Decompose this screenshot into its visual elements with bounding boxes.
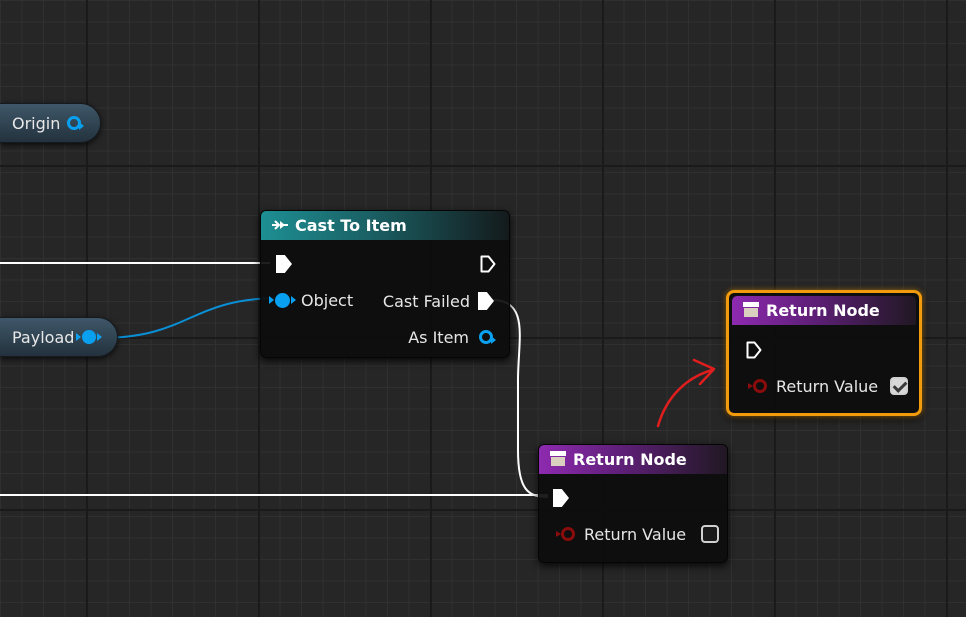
origin-variable-label: Origin xyxy=(12,113,61,133)
payload-output-pin-icon[interactable] xyxy=(76,330,103,344)
return-value-label: Return Value xyxy=(776,376,879,396)
return-node-selected-title: Return Node xyxy=(766,301,880,320)
cast-node-title: Cast To Item xyxy=(295,216,407,235)
origin-variable-node[interactable]: Origin xyxy=(0,103,101,143)
return-value-label: Return Value xyxy=(584,524,687,544)
return-node-icon xyxy=(742,300,760,322)
cast-exec-in-row xyxy=(276,253,292,275)
return-selected-value-row: Return Value xyxy=(747,375,909,397)
return-value-checkbox[interactable] xyxy=(701,525,720,543)
cast-object-input-row: Object xyxy=(269,289,354,311)
cast-node-header[interactable]: Cast To Item xyxy=(261,211,509,240)
return-node-lower-title: Return Node xyxy=(573,450,687,469)
return-lower-value-row: Return Value xyxy=(555,523,720,545)
bool-input-pin-icon[interactable] xyxy=(556,527,575,541)
origin-output-pin-icon[interactable] xyxy=(67,116,85,130)
object-input-pin-icon[interactable] xyxy=(269,292,296,308)
cast-failed-exec-pin-icon[interactable] xyxy=(478,292,494,310)
exec-output-pin-icon[interactable] xyxy=(480,255,496,273)
return-node-selected-header[interactable]: Return Node xyxy=(732,296,916,325)
return-lower-exec-in-row xyxy=(553,487,569,509)
cast-failed-label: Cast Failed xyxy=(382,291,470,311)
return-node-selected[interactable]: Return Node Return Value xyxy=(726,290,922,416)
object-wire-payload-to-cast[interactable] xyxy=(99,297,281,339)
payload-variable-label: Payload xyxy=(12,327,75,347)
cast-arrow-icon xyxy=(271,216,289,235)
return-selected-exec-in-row xyxy=(746,339,762,361)
bool-input-pin-icon[interactable] xyxy=(748,379,767,393)
as-item-output-pin-icon[interactable] xyxy=(479,330,496,344)
red-arrow-annotation xyxy=(656,358,716,428)
return-node-icon xyxy=(549,449,567,471)
blueprint-graph-canvas[interactable]: Origin Payload Cast To Item Object Cast … xyxy=(0,0,966,617)
exec-input-pin-icon[interactable] xyxy=(746,341,762,359)
payload-variable-node[interactable]: Payload xyxy=(0,317,118,357)
exec-input-pin-icon[interactable] xyxy=(276,255,292,273)
cast-exec-out-row xyxy=(480,253,496,275)
as-item-label: As Item xyxy=(408,327,469,347)
as-item-output-row: As Item xyxy=(408,326,496,348)
cast-to-item-node[interactable]: Cast To Item Object Cast Failed As Item xyxy=(260,210,510,358)
object-input-label: Object xyxy=(301,290,354,310)
cast-failed-output-row: Cast Failed xyxy=(383,290,494,312)
return-node-lower-header[interactable]: Return Node xyxy=(539,445,727,474)
return-value-checkbox-checked[interactable] xyxy=(890,377,909,395)
exec-input-pin-icon[interactable] xyxy=(553,489,569,507)
return-node-lower[interactable]: Return Node Return Value xyxy=(538,444,728,563)
